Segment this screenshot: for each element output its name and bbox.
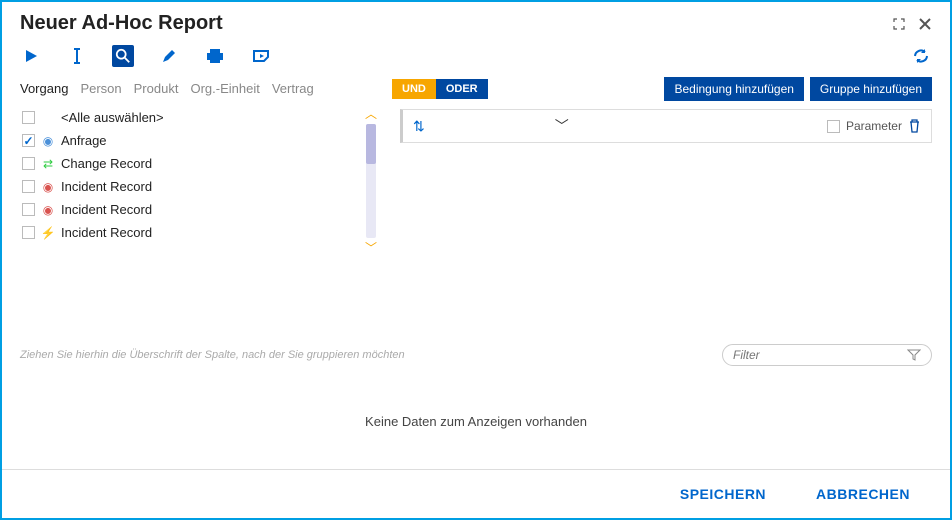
save-button[interactable]: SPEICHERN	[680, 486, 766, 502]
tab-orgeinheit[interactable]: Org.-Einheit	[190, 81, 259, 96]
list-item[interactable]: ⇄ Change Record	[20, 152, 362, 175]
add-group-button[interactable]: Gruppe hinzufügen	[810, 77, 932, 101]
search-icon[interactable]	[112, 45, 134, 67]
print-icon[interactable]	[204, 45, 226, 67]
scroll-track[interactable]	[366, 124, 376, 238]
item-label: Incident Record	[61, 225, 152, 240]
add-condition-button[interactable]: Bedingung hinzufügen	[664, 77, 803, 101]
grid-area: Ziehen Sie hierhin die Überschrift der S…	[2, 328, 950, 469]
funnel-icon[interactable]	[907, 349, 921, 361]
tab-vertrag[interactable]: Vertrag	[272, 81, 314, 96]
toolbar	[2, 41, 950, 77]
checkbox[interactable]	[22, 180, 35, 193]
header-actions	[892, 17, 932, 31]
checkbox[interactable]	[22, 203, 35, 216]
sort-icon[interactable]: ⇅	[413, 118, 425, 135]
list-item[interactable]: ⚡ Incident Record	[20, 221, 362, 244]
tab-vorgang[interactable]: Vorgang	[20, 81, 68, 96]
incident-icon: ◉	[41, 203, 55, 217]
dialog-header: Neuer Ad-Hoc Report	[2, 2, 950, 41]
item-label: Incident Record	[61, 202, 152, 217]
list-wrap: <Alle auswählen> ◉ Anfrage ⇄ Change Reco…	[20, 106, 380, 328]
item-label: Change Record	[61, 156, 152, 171]
group-hint: Ziehen Sie hierhin die Überschrift der S…	[20, 349, 405, 361]
incident-icon: ◉	[41, 180, 55, 194]
chevron-up-icon[interactable]: ︿	[365, 108, 377, 120]
expand-icon[interactable]	[892, 17, 906, 31]
change-icon: ⇄	[41, 157, 55, 171]
list-item[interactable]: ◉ Incident Record	[20, 198, 362, 221]
cursor-icon[interactable]	[66, 45, 88, 67]
refresh-icon[interactable]	[910, 45, 932, 67]
condition-header: UND ODER Bedingung hinzufügen Gruppe hin…	[392, 77, 932, 101]
export-icon[interactable]	[250, 45, 272, 67]
condition-row: ⇅ ﹀ Parameter	[400, 109, 932, 143]
condition-buttons: Bedingung hinzufügen Gruppe hinzufügen	[664, 77, 932, 101]
right-panel: UND ODER Bedingung hinzufügen Gruppe hin…	[392, 77, 932, 328]
list-item[interactable]: ◉ Incident Record	[20, 175, 362, 198]
footer: SPEICHERN ABBRECHEN	[2, 469, 950, 518]
item-label: <Alle auswählen>	[61, 110, 164, 125]
logic-toggle: UND ODER	[392, 79, 488, 99]
incident-icon: ⚡	[41, 226, 55, 240]
checkbox[interactable]	[22, 226, 35, 239]
dialog-title: Neuer Ad-Hoc Report	[20, 12, 223, 35]
request-icon: ◉	[41, 134, 55, 148]
item-label: Anfrage	[61, 133, 107, 148]
tab-produkt[interactable]: Produkt	[134, 81, 179, 96]
group-bar: Ziehen Sie hierhin die Überschrift der S…	[20, 336, 932, 374]
left-panel: Vorgang Person Produkt Org.-Einheit Vert…	[20, 77, 380, 328]
entity-tabs: Vorgang Person Produkt Org.-Einheit Vert…	[20, 77, 380, 106]
tab-person[interactable]: Person	[80, 81, 121, 96]
scroll-thumb[interactable]	[366, 124, 376, 164]
edit-icon[interactable]	[158, 45, 180, 67]
checkbox[interactable]	[22, 134, 35, 147]
logic-oder-button[interactable]: ODER	[436, 79, 488, 99]
filter-input[interactable]	[733, 348, 907, 362]
trash-icon[interactable]	[908, 119, 921, 133]
checkbox[interactable]	[22, 111, 35, 124]
parameter-label: Parameter	[846, 119, 902, 133]
item-label: Incident Record	[61, 179, 152, 194]
logic-und-button[interactable]: UND	[392, 79, 436, 99]
parameter-group: Parameter	[827, 119, 921, 133]
dialog: Neuer Ad-Hoc Report	[0, 0, 952, 520]
entity-list: <Alle auswählen> ◉ Anfrage ⇄ Change Reco…	[20, 106, 362, 328]
content: Vorgang Person Produkt Org.-Einheit Vert…	[2, 77, 950, 328]
chevron-down-icon[interactable]: ﹀	[365, 242, 377, 254]
cancel-button[interactable]: ABBRECHEN	[816, 486, 910, 502]
list-item-select-all[interactable]: <Alle auswählen>	[20, 106, 362, 129]
chevron-down-icon[interactable]: ﹀	[555, 116, 569, 136]
play-icon[interactable]	[20, 45, 42, 67]
scrollbar[interactable]: ︿ ﹀	[362, 106, 380, 256]
toolbar-left	[20, 45, 272, 67]
list-item[interactable]: ◉ Anfrage	[20, 129, 362, 152]
no-data-message: Keine Daten zum Anzeigen vorhanden	[20, 374, 932, 469]
checkbox[interactable]	[22, 157, 35, 170]
parameter-checkbox[interactable]	[827, 120, 840, 133]
filter-box	[722, 344, 932, 366]
close-icon[interactable]	[918, 17, 932, 31]
